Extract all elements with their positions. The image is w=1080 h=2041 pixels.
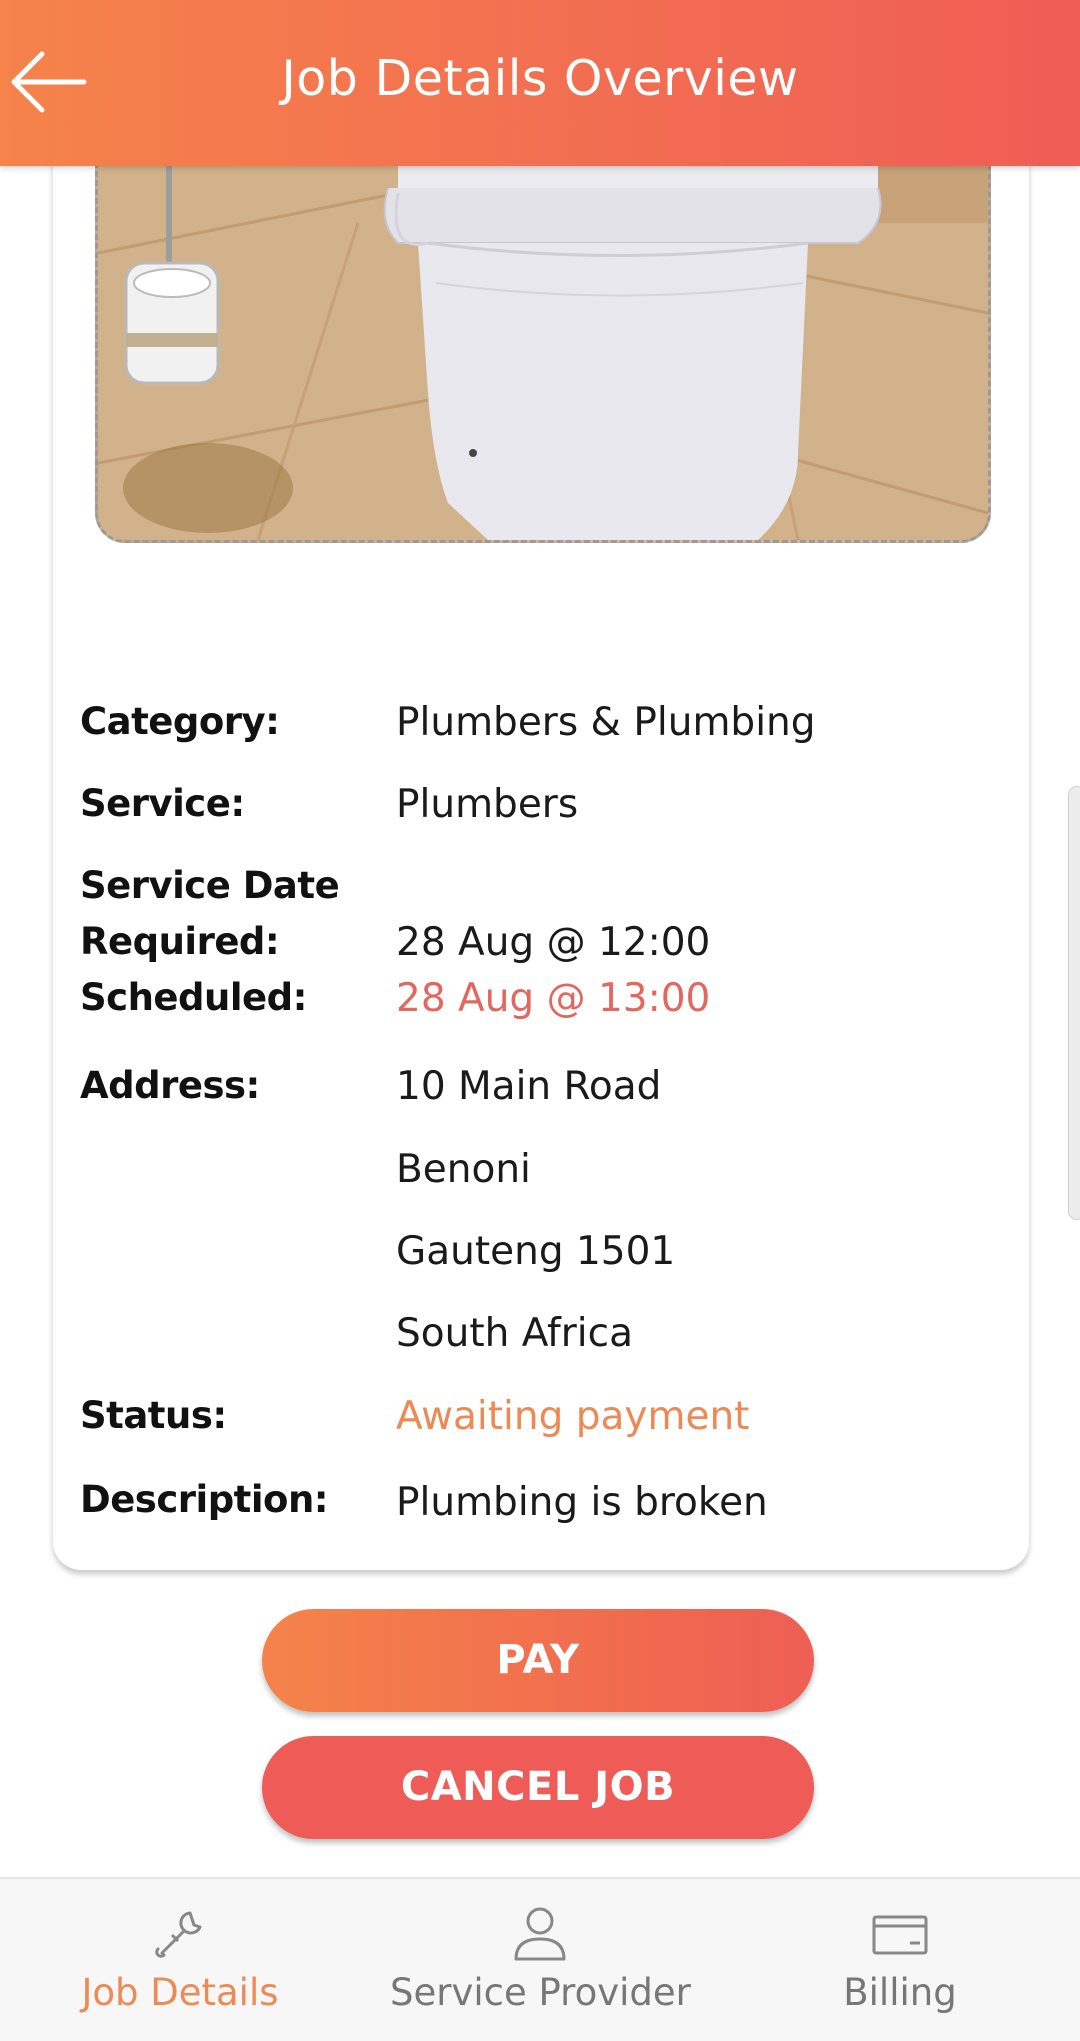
- service-label: Service:: [80, 782, 245, 825]
- job-photo: [95, 130, 991, 543]
- required-value: 28 Aug @ 12:00: [396, 920, 711, 965]
- description-value: Plumbing is broken: [396, 1480, 768, 1525]
- service-value: Plumbers: [396, 782, 579, 827]
- scheduled-value: 28 Aug @ 13:00: [396, 976, 711, 1021]
- pay-button[interactable]: PAY: [262, 1609, 814, 1712]
- category-label: Category:: [80, 700, 280, 743]
- app-header: Job Details Overview: [0, 0, 1080, 166]
- scheduled-label: Scheduled:: [80, 976, 307, 1019]
- status-label: Status:: [80, 1394, 227, 1437]
- job-details-screen: Category: Plumbers & Plumbing Service: P…: [0, 0, 1080, 2041]
- service-date-label: Service Date: [80, 864, 340, 907]
- address-line-4: South Africa: [396, 1311, 633, 1356]
- address-line-1: 10 Main Road: [396, 1064, 662, 1109]
- cancel-job-button[interactable]: CANCEL JOB: [262, 1736, 814, 1839]
- description-label: Description:: [80, 1478, 329, 1521]
- credit-card-icon: [872, 1915, 928, 1955]
- nav-label-service-provider: Service Provider: [390, 1971, 691, 2014]
- bottom-navigation: Job Details Service Provider Billing: [0, 1877, 1080, 2041]
- address-label: Address:: [80, 1064, 260, 1107]
- category-value: Plumbers & Plumbing: [396, 700, 816, 745]
- scrollbar[interactable]: [1068, 786, 1080, 1220]
- nav-service-provider[interactable]: Service Provider: [390, 1879, 691, 2041]
- nav-label-job-details: Job Details: [81, 1971, 279, 2014]
- required-label: Required:: [80, 920, 280, 963]
- address-line-3: Gauteng 1501: [396, 1229, 676, 1274]
- nav-job-details[interactable]: Job Details: [40, 1879, 320, 2041]
- person-icon: [514, 1907, 566, 1961]
- job-card: Category: Plumbers & Plumbing Service: P…: [53, 100, 1029, 1570]
- address-line-2: Benoni: [396, 1147, 531, 1192]
- nav-billing[interactable]: Billing: [780, 1879, 1020, 2041]
- nav-label-billing: Billing: [843, 1971, 957, 2014]
- toilet-photo-illustration: [98, 133, 988, 540]
- status-value: Awaiting payment: [396, 1394, 750, 1439]
- page-title: Job Details Overview: [281, 50, 799, 107]
- wrench-icon: [155, 1911, 202, 1958]
